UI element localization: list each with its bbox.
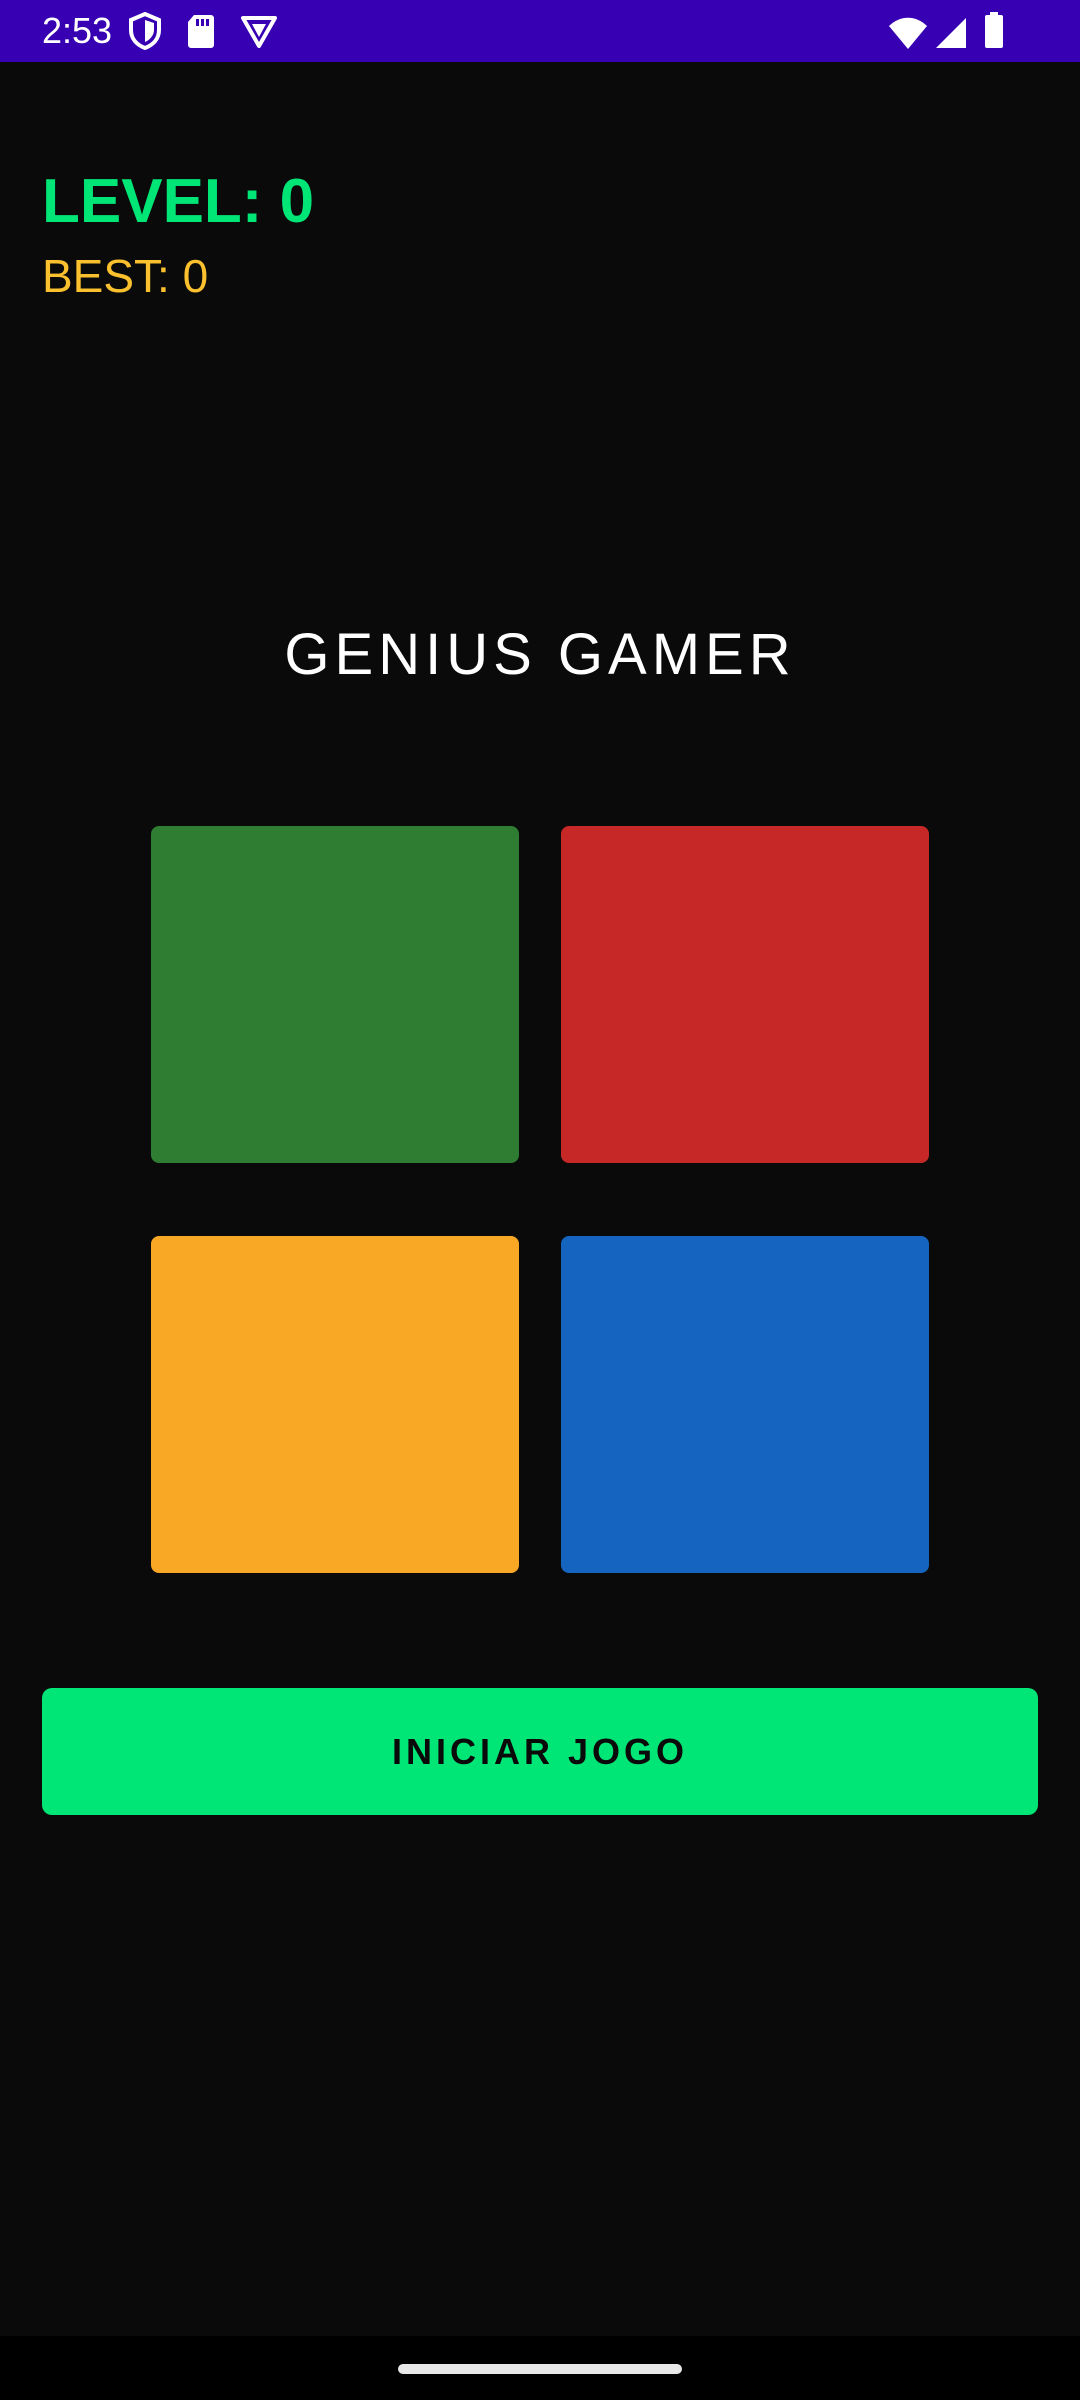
start-game-label: INICIAR JOGO [391, 1730, 689, 1772]
green-pad[interactable] [151, 826, 519, 1163]
blue-pad[interactable] [561, 1236, 929, 1573]
shield-icon [129, 12, 161, 50]
status-time: 2:53 [42, 10, 113, 51]
app-screen: 2:53 LEVEL: 0 BEST: 0 GENIUS GAMER INICI… [0, 0, 1080, 2400]
best-score: BEST: 0 [42, 250, 209, 302]
red-pad[interactable] [561, 826, 929, 1163]
wifi-icon [889, 17, 927, 49]
game-title: GENIUS GAMER [284, 622, 796, 687]
level-counter: LEVEL: 0 [42, 167, 315, 236]
vpn-icon [241, 16, 277, 48]
cellular-signal-icon [936, 18, 966, 48]
sd-card-icon [188, 15, 214, 48]
start-game-button[interactable]: INICIAR JOGO [42, 1688, 1038, 1815]
battery-icon [985, 12, 1003, 48]
home-indicator[interactable] [398, 2364, 682, 2374]
status-bar: 2:53 [0, 0, 1080, 62]
yellow-pad[interactable] [151, 1236, 519, 1573]
